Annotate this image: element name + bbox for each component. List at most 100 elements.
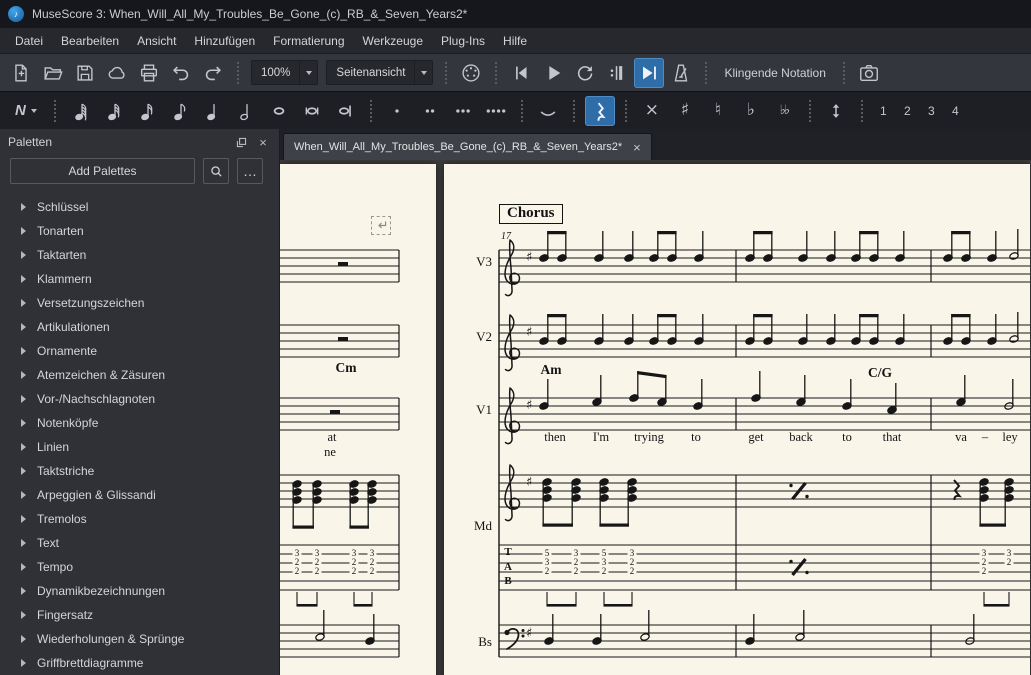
lyric-syllable[interactable]: that	[883, 430, 902, 445]
palette-item-tonarten[interactable]: Tonarten	[0, 219, 279, 243]
staff-label-v1[interactable]: V1	[466, 402, 492, 418]
lyric-syllable[interactable]: –	[982, 430, 988, 445]
menu-hinzuf-gen[interactable]: Hinzufügen	[185, 30, 264, 52]
menu-werkzeuge[interactable]: Werkzeuge	[354, 30, 432, 52]
menu-bearbeiten[interactable]: Bearbeiten	[52, 30, 128, 52]
open-file-button[interactable]	[38, 58, 68, 88]
natural-button[interactable]: ♮	[703, 96, 733, 126]
tab-fret-number[interactable]: 2	[293, 567, 302, 576]
palette-item-taktarten[interactable]: Taktarten	[0, 243, 279, 267]
lyric-syllable[interactable]: then	[544, 430, 566, 445]
chord-symbol[interactable]: C/G	[868, 365, 892, 381]
image-capture-button[interactable]	[854, 58, 884, 88]
lyric-syllable[interactable]: I'm	[593, 430, 609, 445]
lyric-syllable[interactable]: ley	[1002, 430, 1017, 445]
tab-fret-number[interactable]: 2	[1005, 558, 1014, 567]
palette-item-versetzungszeichen[interactable]: Versetzungszeichen	[0, 291, 279, 315]
loop-button[interactable]	[570, 58, 600, 88]
voice-3-button[interactable]: 3	[922, 100, 941, 122]
double-flat-button[interactable]: ♭♭	[769, 96, 799, 126]
zoom-select[interactable]: 100%	[251, 60, 318, 85]
tab-clef[interactable]: TAB	[502, 545, 514, 589]
lyric-syllable[interactable]: to	[691, 430, 701, 445]
new-score-button[interactable]	[6, 58, 36, 88]
tab-fret-number[interactable]: 2	[628, 567, 637, 576]
note-breve-button[interactable]	[297, 96, 327, 126]
note-64-button[interactable]	[66, 96, 96, 126]
section-break-icon[interactable]	[371, 216, 391, 235]
redo-button[interactable]	[198, 58, 228, 88]
undo-button[interactable]	[166, 58, 196, 88]
note-input-button[interactable]: N	[8, 96, 44, 126]
staff-label-md[interactable]: Md	[466, 518, 492, 534]
palette-item-atemzeichen-z-suren[interactable]: Atemzeichen & Zäsuren	[0, 363, 279, 387]
add-palettes-button[interactable]: Add Palettes	[10, 158, 195, 184]
palette-item-tempo[interactable]: Tempo	[0, 555, 279, 579]
play-repeats-button[interactable]	[602, 58, 632, 88]
tab-close-icon[interactable]: ×	[633, 141, 641, 154]
view-mode-select[interactable]: Seitenansicht	[326, 60, 433, 85]
menu-ansicht[interactable]: Ansicht	[128, 30, 185, 52]
print-button[interactable]	[134, 58, 164, 88]
lyric-syllable[interactable]: va	[955, 430, 967, 445]
palette-item-taktstriche[interactable]: Taktstriche	[0, 459, 279, 483]
play-button[interactable]	[538, 58, 568, 88]
palette-item-linien[interactable]: Linien	[0, 435, 279, 459]
dot-3-button[interactable]	[448, 96, 478, 126]
save-button[interactable]	[70, 58, 100, 88]
flip-direction-button[interactable]	[821, 96, 851, 126]
section-label-chorus[interactable]: Chorus	[499, 204, 563, 224]
menu-hilfe[interactable]: Hilfe	[494, 30, 536, 52]
note-longa-button[interactable]	[330, 96, 360, 126]
palette-item-wiederholungen-spr-nge[interactable]: Wiederholungen & Sprünge	[0, 627, 279, 651]
chord-symbol[interactable]: Am	[541, 362, 562, 378]
lyric-syllable[interactable]: at	[327, 430, 336, 445]
palette-item-notenk-pfe[interactable]: Notenköpfe	[0, 411, 279, 435]
lyric-syllable[interactable]: trying	[634, 430, 664, 445]
tab-fret-number[interactable]: 2	[600, 567, 609, 576]
staff-label-v2[interactable]: V2	[466, 329, 492, 345]
palette-item-griffbrettdiagramme[interactable]: Griffbrettdiagramme	[0, 651, 279, 675]
score-tab[interactable]: When_Will_All_My_Troubles_Be_Gone_(c)_RB…	[283, 133, 652, 160]
note-whole-button[interactable]	[264, 96, 294, 126]
tab-fret-number[interactable]: 2	[313, 567, 322, 576]
palette-item-dynamikbezeichnungen[interactable]: Dynamikbezeichnungen	[0, 579, 279, 603]
dot-1-button[interactable]	[382, 96, 412, 126]
palette-item-tremolos[interactable]: Tremolos	[0, 507, 279, 531]
rewind-button[interactable]	[506, 58, 536, 88]
close-panel-icon[interactable]: ×	[255, 134, 271, 150]
dot-2-button[interactable]	[415, 96, 445, 126]
palette-item-ornamente[interactable]: Ornamente	[0, 339, 279, 363]
lyric-syllable[interactable]: to	[842, 430, 852, 445]
note-32-button[interactable]	[99, 96, 129, 126]
lyric-syllable[interactable]: get	[748, 430, 763, 445]
staff-label-bs[interactable]: Bs	[466, 634, 492, 650]
save-online-button[interactable]	[102, 58, 132, 88]
palette-item-klammern[interactable]: Klammern	[0, 267, 279, 291]
sharp-button[interactable]: ♯	[670, 96, 700, 126]
tab-fret-number[interactable]: 2	[368, 567, 377, 576]
search-palettes-button[interactable]	[203, 158, 229, 184]
tab-fret-number[interactable]: 2	[350, 567, 359, 576]
note-quarter-button[interactable]	[198, 96, 228, 126]
note-16-button[interactable]	[132, 96, 162, 126]
palette-item-artikulationen[interactable]: Artikulationen	[0, 315, 279, 339]
palette-item-arpeggien-glissandi[interactable]: Arpeggien & Glissandi	[0, 483, 279, 507]
palette-item-text[interactable]: Text	[0, 531, 279, 555]
float-panel-icon[interactable]	[233, 134, 249, 150]
tab-fret-number[interactable]: 2	[572, 567, 581, 576]
tie-button[interactable]	[533, 96, 563, 126]
palette-item-fingersatz[interactable]: Fingersatz	[0, 603, 279, 627]
tab-fret-number[interactable]: 2	[543, 567, 552, 576]
pan-playback-button[interactable]	[634, 58, 664, 88]
dot-4-button[interactable]	[481, 96, 511, 126]
note-8-button[interactable]	[165, 96, 195, 126]
double-sharp-button[interactable]: ×	[637, 96, 667, 126]
voice-4-button[interactable]: 4	[946, 100, 965, 122]
menu-datei[interactable]: Datei	[6, 30, 52, 52]
staff-label-v3[interactable]: V3	[466, 254, 492, 270]
palette-item-schl-ssel[interactable]: Schlüssel	[0, 195, 279, 219]
lyric-syllable[interactable]: back	[789, 430, 813, 445]
metronome-button[interactable]	[666, 58, 696, 88]
tab-fret-number[interactable]: 2	[980, 567, 989, 576]
